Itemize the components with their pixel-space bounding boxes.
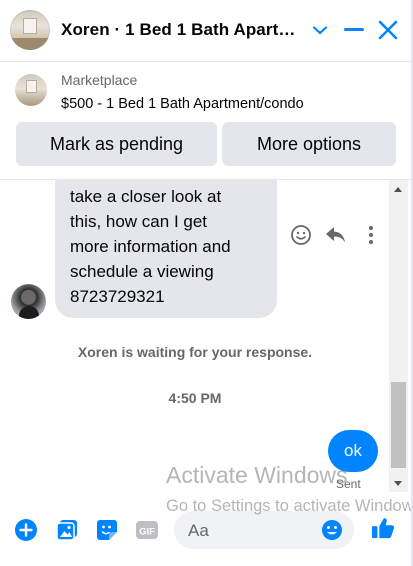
avatar[interactable] bbox=[10, 10, 50, 50]
listing-title[interactable]: $500 - 1 Bed 1 Bath Apartment/condo bbox=[61, 96, 304, 112]
message-input[interactable] bbox=[186, 511, 320, 551]
listing-thumbnail[interactable] bbox=[15, 74, 47, 106]
reply-icon[interactable] bbox=[324, 223, 348, 247]
chat-title[interactable]: Xoren · 1 Bed 1 Bath Apartment/condo bbox=[61, 20, 303, 40]
composer-bar: GIF bbox=[0, 493, 411, 566]
plus-icon[interactable] bbox=[14, 518, 38, 542]
message-line: take a closer look at bbox=[70, 187, 222, 206]
minimize-icon[interactable] bbox=[341, 17, 367, 43]
close-icon[interactable] bbox=[375, 17, 401, 43]
message-line: schedule a viewing bbox=[70, 262, 214, 281]
scroll-down-arrow-icon[interactable] bbox=[394, 481, 402, 486]
marketplace-label: Marketplace bbox=[61, 72, 138, 88]
chevron-down-icon[interactable] bbox=[307, 17, 333, 43]
mark-as-pending-button[interactable]: Mark as pending bbox=[16, 122, 217, 166]
svg-text:GIF: GIF bbox=[139, 527, 155, 538]
message-line: more information and bbox=[70, 237, 231, 256]
chat-window: Xoren · 1 Bed 1 Bath Apartment/condo Mar… bbox=[0, 0, 413, 566]
more-options-button[interactable]: More options bbox=[222, 122, 396, 166]
sent-status: Sent bbox=[336, 477, 361, 491]
photo-icon[interactable] bbox=[55, 518, 79, 542]
message-line: this, how can I get bbox=[70, 212, 208, 231]
sender-avatar[interactable] bbox=[11, 284, 46, 319]
emoji-reaction-icon[interactable] bbox=[289, 223, 313, 247]
outgoing-message-bubble[interactable]: ok bbox=[328, 430, 378, 472]
marketplace-panel: Marketplace $500 - 1 Bed 1 Bath Apartmen… bbox=[0, 62, 411, 180]
message-scrollbar[interactable] bbox=[389, 180, 408, 492]
more-icon[interactable] bbox=[359, 223, 383, 247]
listing-thumbnail-window-detail bbox=[26, 80, 37, 93]
scroll-up-arrow-icon[interactable] bbox=[394, 187, 402, 192]
chat-header: Xoren · 1 Bed 1 Bath Apartment/condo bbox=[0, 0, 411, 62]
sticker-icon[interactable] bbox=[95, 518, 119, 542]
sender-avatar-figure bbox=[19, 306, 39, 319]
avatar-window-detail bbox=[23, 18, 37, 34]
message-input-container[interactable] bbox=[174, 511, 354, 551]
thumbs-up-icon[interactable] bbox=[371, 516, 395, 540]
emoji-icon[interactable] bbox=[320, 518, 344, 542]
message-timestamp: 4:50 PM bbox=[168, 390, 222, 406]
avatar-floor-detail bbox=[10, 38, 50, 50]
message-line: 8723729321 bbox=[70, 287, 165, 306]
scroll-thumb[interactable] bbox=[391, 382, 406, 468]
message-list: take a closer look at this, how can I ge… bbox=[0, 180, 388, 493]
gif-icon[interactable]: GIF bbox=[135, 518, 159, 542]
incoming-message-bubble[interactable]: take a closer look at this, how can I ge… bbox=[55, 180, 277, 318]
waiting-notice: Xoren is waiting for your response. bbox=[77, 344, 313, 360]
